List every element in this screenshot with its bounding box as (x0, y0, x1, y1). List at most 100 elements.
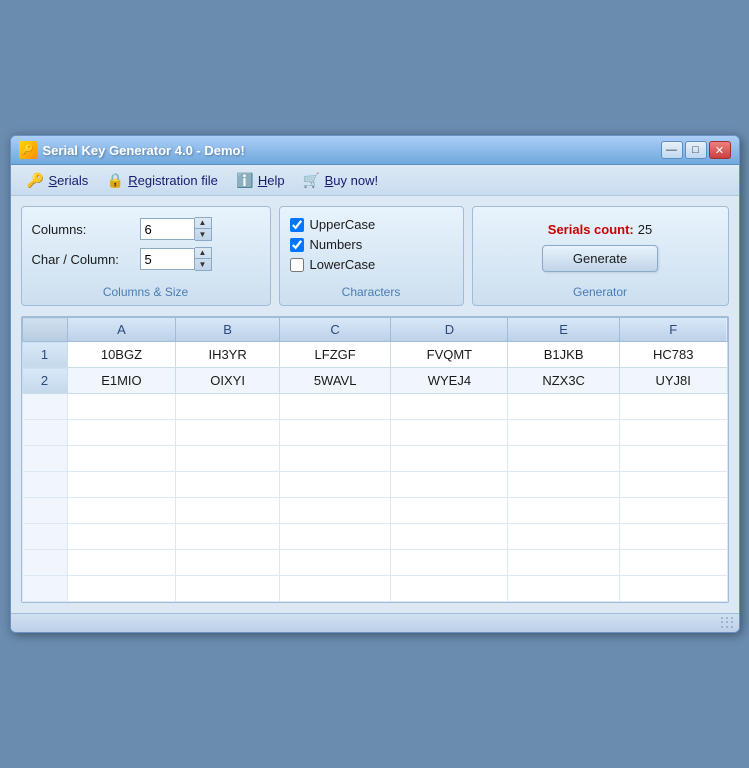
title-bar-left: 🔑 Serial Key Generator 4.0 - Demo! (19, 141, 245, 159)
menu-serials-label: Serials (49, 173, 89, 188)
cell-empty (279, 576, 391, 602)
menu-buy-label: Buy now! (325, 173, 378, 188)
cell-empty (279, 446, 391, 472)
menu-serials[interactable]: 🔑 Serials (19, 168, 97, 192)
cell-empty (619, 446, 727, 472)
serials-table: A B C D E F 110BGZIH3YRLFZGFFVQMTB1JKBHC… (22, 317, 728, 602)
row-num-empty (22, 550, 67, 576)
lowercase-row: LowerCase (290, 257, 453, 272)
cell-empty (619, 420, 727, 446)
columns-input-wrap: ▲ ▼ (140, 217, 212, 241)
cell-empty (67, 550, 176, 576)
cell-empty (279, 420, 391, 446)
cell-empty (176, 524, 279, 550)
cell-empty (619, 498, 727, 524)
menu-buy-now[interactable]: 🛒 Buy now! (295, 168, 386, 192)
cell-empty (176, 472, 279, 498)
cell-C: LFZGF (279, 342, 391, 368)
col-header-c: C (279, 318, 391, 342)
cell-empty (391, 446, 508, 472)
cell-empty (391, 394, 508, 420)
cell-empty (619, 576, 727, 602)
menu-registration-file[interactable]: 🔒 Registration file (98, 168, 226, 192)
cell-empty (279, 498, 391, 524)
cell-empty (67, 394, 176, 420)
table-row-empty (22, 394, 727, 420)
row-num-empty (22, 420, 67, 446)
row-num: 1 (22, 342, 67, 368)
columns-label: Columns: (32, 222, 132, 237)
cell-empty (176, 420, 279, 446)
columns-size-panel: Columns: ▲ ▼ Char / Column: ▲ (21, 206, 271, 306)
table-row-empty (22, 472, 727, 498)
menu-help[interactable]: ℹ️ Help (228, 168, 293, 192)
cell-empty (67, 576, 176, 602)
generate-button[interactable]: Generate (542, 245, 658, 272)
row-num: 2 (22, 368, 67, 394)
columns-spinner: ▲ ▼ (195, 217, 212, 241)
char-column-input[interactable] (140, 248, 195, 270)
maximize-button[interactable]: □ (685, 141, 707, 159)
title-bar: 🔑 Serial Key Generator 4.0 - Demo! — □ ✕ (11, 136, 739, 165)
numbers-label[interactable]: Numbers (310, 237, 363, 252)
uppercase-label[interactable]: UpperCase (310, 217, 376, 232)
row-num-empty (22, 472, 67, 498)
cell-empty (67, 420, 176, 446)
close-button[interactable]: ✕ (709, 141, 731, 159)
char-column-down-button[interactable]: ▼ (195, 259, 211, 270)
columns-field-row: Columns: ▲ ▼ (32, 217, 260, 241)
lowercase-label[interactable]: LowerCase (310, 257, 376, 272)
cell-E: B1JKB (508, 342, 620, 368)
cell-empty (391, 472, 508, 498)
char-column-up-button[interactable]: ▲ (195, 248, 211, 259)
cell-empty (67, 472, 176, 498)
cell-C: 5WAVL (279, 368, 391, 394)
cell-empty (508, 576, 620, 602)
serials-icon: 🔑 (27, 171, 45, 189)
minimize-button[interactable]: — (661, 141, 683, 159)
cell-empty (619, 394, 727, 420)
cell-empty (67, 446, 176, 472)
table-row-empty (22, 498, 727, 524)
cell-empty (508, 446, 620, 472)
menu-bar: 🔑 Serials 🔒 Registration file ℹ️ Help 🛒 … (11, 165, 739, 196)
cell-B: IH3YR (176, 342, 279, 368)
table-row-empty (22, 576, 727, 602)
cell-empty (508, 420, 620, 446)
cell-empty (391, 550, 508, 576)
columns-up-button[interactable]: ▲ (195, 218, 211, 229)
resize-grip[interactable] (721, 617, 733, 629)
main-window: 🔑 Serial Key Generator 4.0 - Demo! — □ ✕… (10, 135, 740, 633)
lowercase-checkbox[interactable] (290, 258, 304, 272)
cell-empty (391, 576, 508, 602)
row-num-empty (22, 394, 67, 420)
title-controls: — □ ✕ (661, 141, 731, 159)
cell-D: FVQMT (391, 342, 508, 368)
registration-icon: 🔒 (106, 171, 124, 189)
cell-A: 10BGZ (67, 342, 176, 368)
cell-empty (508, 394, 620, 420)
col-header-a: A (67, 318, 176, 342)
cell-empty (176, 446, 279, 472)
menu-help-label: Help (258, 173, 285, 188)
cell-empty (67, 498, 176, 524)
uppercase-row: UpperCase (290, 217, 453, 232)
cell-E: NZX3C (508, 368, 620, 394)
help-icon: ℹ️ (236, 171, 254, 189)
status-bar (11, 613, 739, 632)
cell-empty (619, 524, 727, 550)
uppercase-checkbox[interactable] (290, 218, 304, 232)
cell-empty (619, 472, 727, 498)
col-header-f: F (619, 318, 727, 342)
char-column-spinner: ▲ ▼ (195, 247, 212, 271)
cell-empty (508, 472, 620, 498)
cell-empty (176, 394, 279, 420)
columns-down-button[interactable]: ▼ (195, 229, 211, 240)
numbers-checkbox[interactable] (290, 238, 304, 252)
cell-empty (508, 498, 620, 524)
table-row-empty (22, 446, 727, 472)
characters-panel: UpperCase Numbers LowerCase Characters (279, 206, 464, 306)
columns-input[interactable] (140, 218, 195, 240)
row-num-empty (22, 524, 67, 550)
characters-panel-label: Characters (280, 285, 463, 299)
